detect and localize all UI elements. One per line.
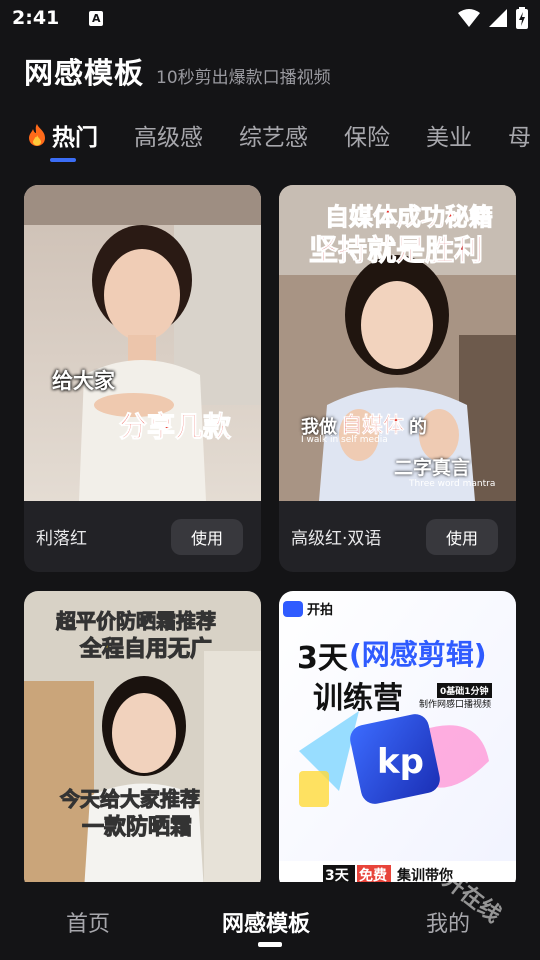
nav-active-indicator [258, 942, 282, 947]
svg-text:kp: kp [377, 742, 424, 782]
a-icon: A [89, 10, 104, 26]
card-footer: 利落红 使用 [24, 501, 261, 572]
use-button[interactable]: 使用 [171, 518, 243, 555]
template-thumbnail[interactable]: 给大家 分享几款 [24, 185, 261, 501]
overlay-text: 坚持就是胜利 [308, 233, 484, 268]
tab-insurance[interactable]: 保险 [344, 118, 390, 164]
overlay-text: 全程自用无广 [79, 636, 213, 663]
overlay-text: 给大家 [52, 368, 115, 393]
template-thumbnail[interactable]: kp 开拍 3天 (网感剪辑) 训练营 0基础1分钟 制作网感口播视频 3天 免… [279, 591, 516, 891]
tab-label: 热门 [52, 125, 98, 151]
template-name: 利落红 [36, 529, 87, 549]
category-tabs: 热门 高级感 综艺感 保险 美业 母 [26, 118, 540, 164]
fire-icon [29, 124, 45, 146]
overlay-text: 今天给大家推荐 [60, 787, 201, 812]
overlay-text: 分享几款 [118, 410, 232, 444]
overlay-text: 的 [409, 417, 427, 438]
template-name: 高级红·双语 [291, 529, 382, 549]
tab-label: 综艺感 [239, 125, 308, 151]
wifi-icon [458, 9, 480, 27]
page-subtitle: 10秒剪出爆款口播视频 [156, 68, 331, 88]
nav-templates[interactable]: 网感模板 [222, 906, 310, 938]
card-footer: 高级红·双语 使用 [279, 501, 516, 572]
nav-mine[interactable]: 我的 [426, 906, 470, 938]
tab-variety[interactable]: 综艺感 [239, 118, 308, 164]
template-card[interactable]: 超平价防晒霜推荐 全程自用无广 今天给大家推荐 一款防晒霜 [24, 591, 261, 891]
tab-premium[interactable]: 高级感 [134, 118, 203, 164]
overlay-text: 二字真言 [394, 457, 471, 479]
nav-home[interactable]: 首页 [66, 906, 110, 938]
page-title: 网感模板 [24, 56, 145, 90]
tab-label: 美业 [426, 125, 472, 151]
overlay-text: Three word mantra [409, 479, 496, 489]
overlay-text: (网感剪辑) [349, 638, 487, 671]
template-thumbnail[interactable]: 超平价防晒霜推荐 全程自用无广 今天给大家推荐 一款防晒霜 [24, 591, 261, 891]
battery-icon [516, 7, 528, 29]
template-card[interactable]: kp 开拍 3天 (网感剪辑) 训练营 0基础1分钟 制作网感口播视频 3天 免… [279, 591, 516, 891]
use-button[interactable]: 使用 [426, 518, 498, 555]
tab-hot[interactable]: 热门 [26, 118, 98, 164]
tab-label: 保险 [344, 125, 390, 151]
template-card[interactable]: 给大家 分享几款 利落红 使用 [24, 185, 261, 572]
tab-mother[interactable]: 母 [508, 118, 531, 164]
template-thumbnail[interactable]: 自媒体成功秘籍 坚持就是胜利 我做 自媒体 的 I walk in self m… [279, 185, 516, 501]
overlay-text: 开拍 [307, 603, 334, 618]
page-header: 网感模板 10秒剪出爆款口播视频 [24, 50, 331, 92]
overlay-text: 0基础1分钟 [437, 683, 492, 698]
template-card[interactable]: 自媒体成功秘籍 坚持就是胜利 我做 自媒体 的 I walk in self m… [279, 185, 516, 572]
status-bar: 2:41 A [0, 0, 540, 36]
status-time: 2:41 [12, 7, 60, 29]
signal-icon [489, 9, 507, 27]
tab-label: 母 [508, 125, 531, 151]
overlay-text: 制作网感口播视频 [419, 700, 492, 710]
overlay-text: I walk in self media [301, 435, 388, 445]
tab-beauty[interactable]: 美业 [426, 118, 472, 164]
tab-label: 高级感 [134, 125, 203, 151]
overlay-text: 训练营 [313, 681, 403, 716]
status-icons [458, 7, 528, 29]
overlay-text: 超平价防晒霜推荐 [56, 609, 217, 634]
overlay-text: 一款防晒霜 [81, 814, 193, 841]
overlay-text: 3天 [297, 641, 348, 676]
